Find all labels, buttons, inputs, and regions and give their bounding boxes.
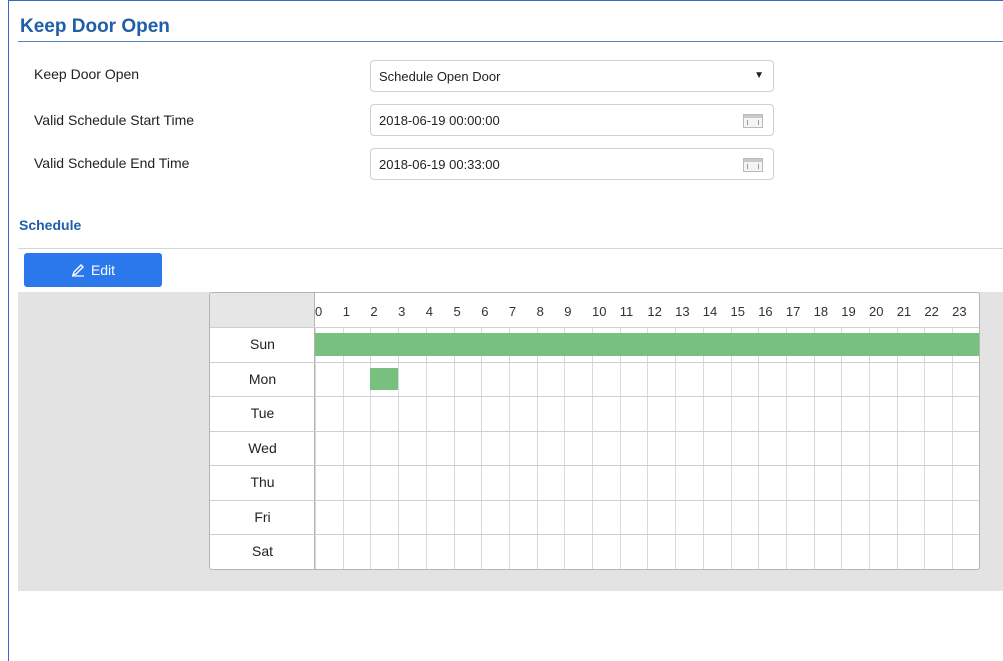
- schedule-divider: [18, 248, 1003, 249]
- hour-label: 3: [398, 304, 406, 319]
- hour-label: 13: [675, 304, 690, 319]
- calendar-icon[interactable]: [743, 158, 763, 172]
- day-label-thu: Thu: [250, 474, 275, 490]
- page-title: Keep Door Open: [20, 16, 170, 37]
- calendar-icon[interactable]: [743, 114, 763, 128]
- grid-corner: [210, 293, 315, 327]
- day-label-mon: Mon: [248, 370, 277, 387]
- hour-label: 4: [425, 304, 434, 319]
- hour-label: 21: [896, 304, 912, 319]
- hour-label: 20: [869, 304, 884, 319]
- row-divider: [210, 534, 979, 535]
- end-time-value: 2018-06-19 00:33:00: [379, 156, 500, 172]
- keep-door-open-label: Keep Door Open: [34, 66, 140, 82]
- schedule-bar-sun[interactable]: [315, 333, 979, 356]
- day-label-tue: Tue: [250, 405, 275, 421]
- hour-label: 15: [730, 304, 745, 319]
- day-label-sat: Sat: [251, 543, 273, 559]
- pencil-icon: [71, 264, 84, 277]
- frame-border-top: [8, 0, 1003, 1]
- day-label-sun: Sun: [250, 336, 275, 352]
- hour-label: 19: [841, 304, 856, 319]
- end-time-input[interactable]: 2018-06-19 00:33:00: [370, 148, 774, 180]
- hour-label: 18: [813, 304, 829, 319]
- hour-label: 23: [952, 304, 967, 319]
- schedule-grid[interactable]: 012345678910111213141516171819202122230S…: [209, 292, 980, 570]
- dropdown-arrow-icon: ▼: [754, 70, 764, 81]
- row-divider: [210, 396, 979, 397]
- hour-label: 0: [315, 304, 323, 319]
- hour-label: 22: [924, 304, 939, 319]
- hour-label: 14: [702, 304, 718, 319]
- hour-label: 10: [592, 304, 607, 319]
- start-time-label: Valid Schedule Start Time: [34, 112, 195, 128]
- hour-label: 17: [785, 304, 801, 319]
- end-time-label: Valid Schedule End Time: [34, 155, 190, 171]
- hour-label: 2: [370, 304, 378, 319]
- start-time-value: 2018-06-19 00:00:00: [379, 112, 500, 128]
- edit-button-label: Edit: [90, 262, 116, 278]
- hour-label: 7: [508, 304, 517, 319]
- row-divider: [210, 361, 979, 363]
- title-divider: [18, 41, 1003, 42]
- hour-label: 11: [619, 304, 634, 319]
- frame-border-left: [8, 0, 9, 661]
- schedule-section-title: Schedule: [19, 217, 82, 233]
- hour-label: 8: [536, 304, 544, 319]
- day-label-fri: Fri: [254, 508, 271, 525]
- day-label-wed: Wed: [248, 439, 277, 456]
- header-divider: [210, 327, 979, 328]
- start-time-input[interactable]: 2018-06-19 00:00:00: [370, 104, 774, 136]
- hour-label: 12: [647, 304, 662, 319]
- row-divider: [210, 430, 979, 432]
- hour-label: 1: [342, 304, 350, 319]
- row-divider: [210, 499, 979, 501]
- schedule-bar-mon[interactable]: [370, 367, 399, 390]
- keep-door-open-value: Schedule Open Door: [379, 68, 501, 84]
- keep-door-open-select[interactable]: Schedule Open Door ▼: [370, 60, 774, 92]
- hour-label: 6: [481, 304, 489, 319]
- hour-label: 9: [564, 304, 572, 319]
- row-divider: [210, 568, 979, 569]
- edit-button[interactable]: Edit: [24, 253, 162, 287]
- row-divider: [210, 465, 979, 466]
- hour-label: 5: [453, 304, 461, 319]
- hour-label: 16: [758, 304, 773, 319]
